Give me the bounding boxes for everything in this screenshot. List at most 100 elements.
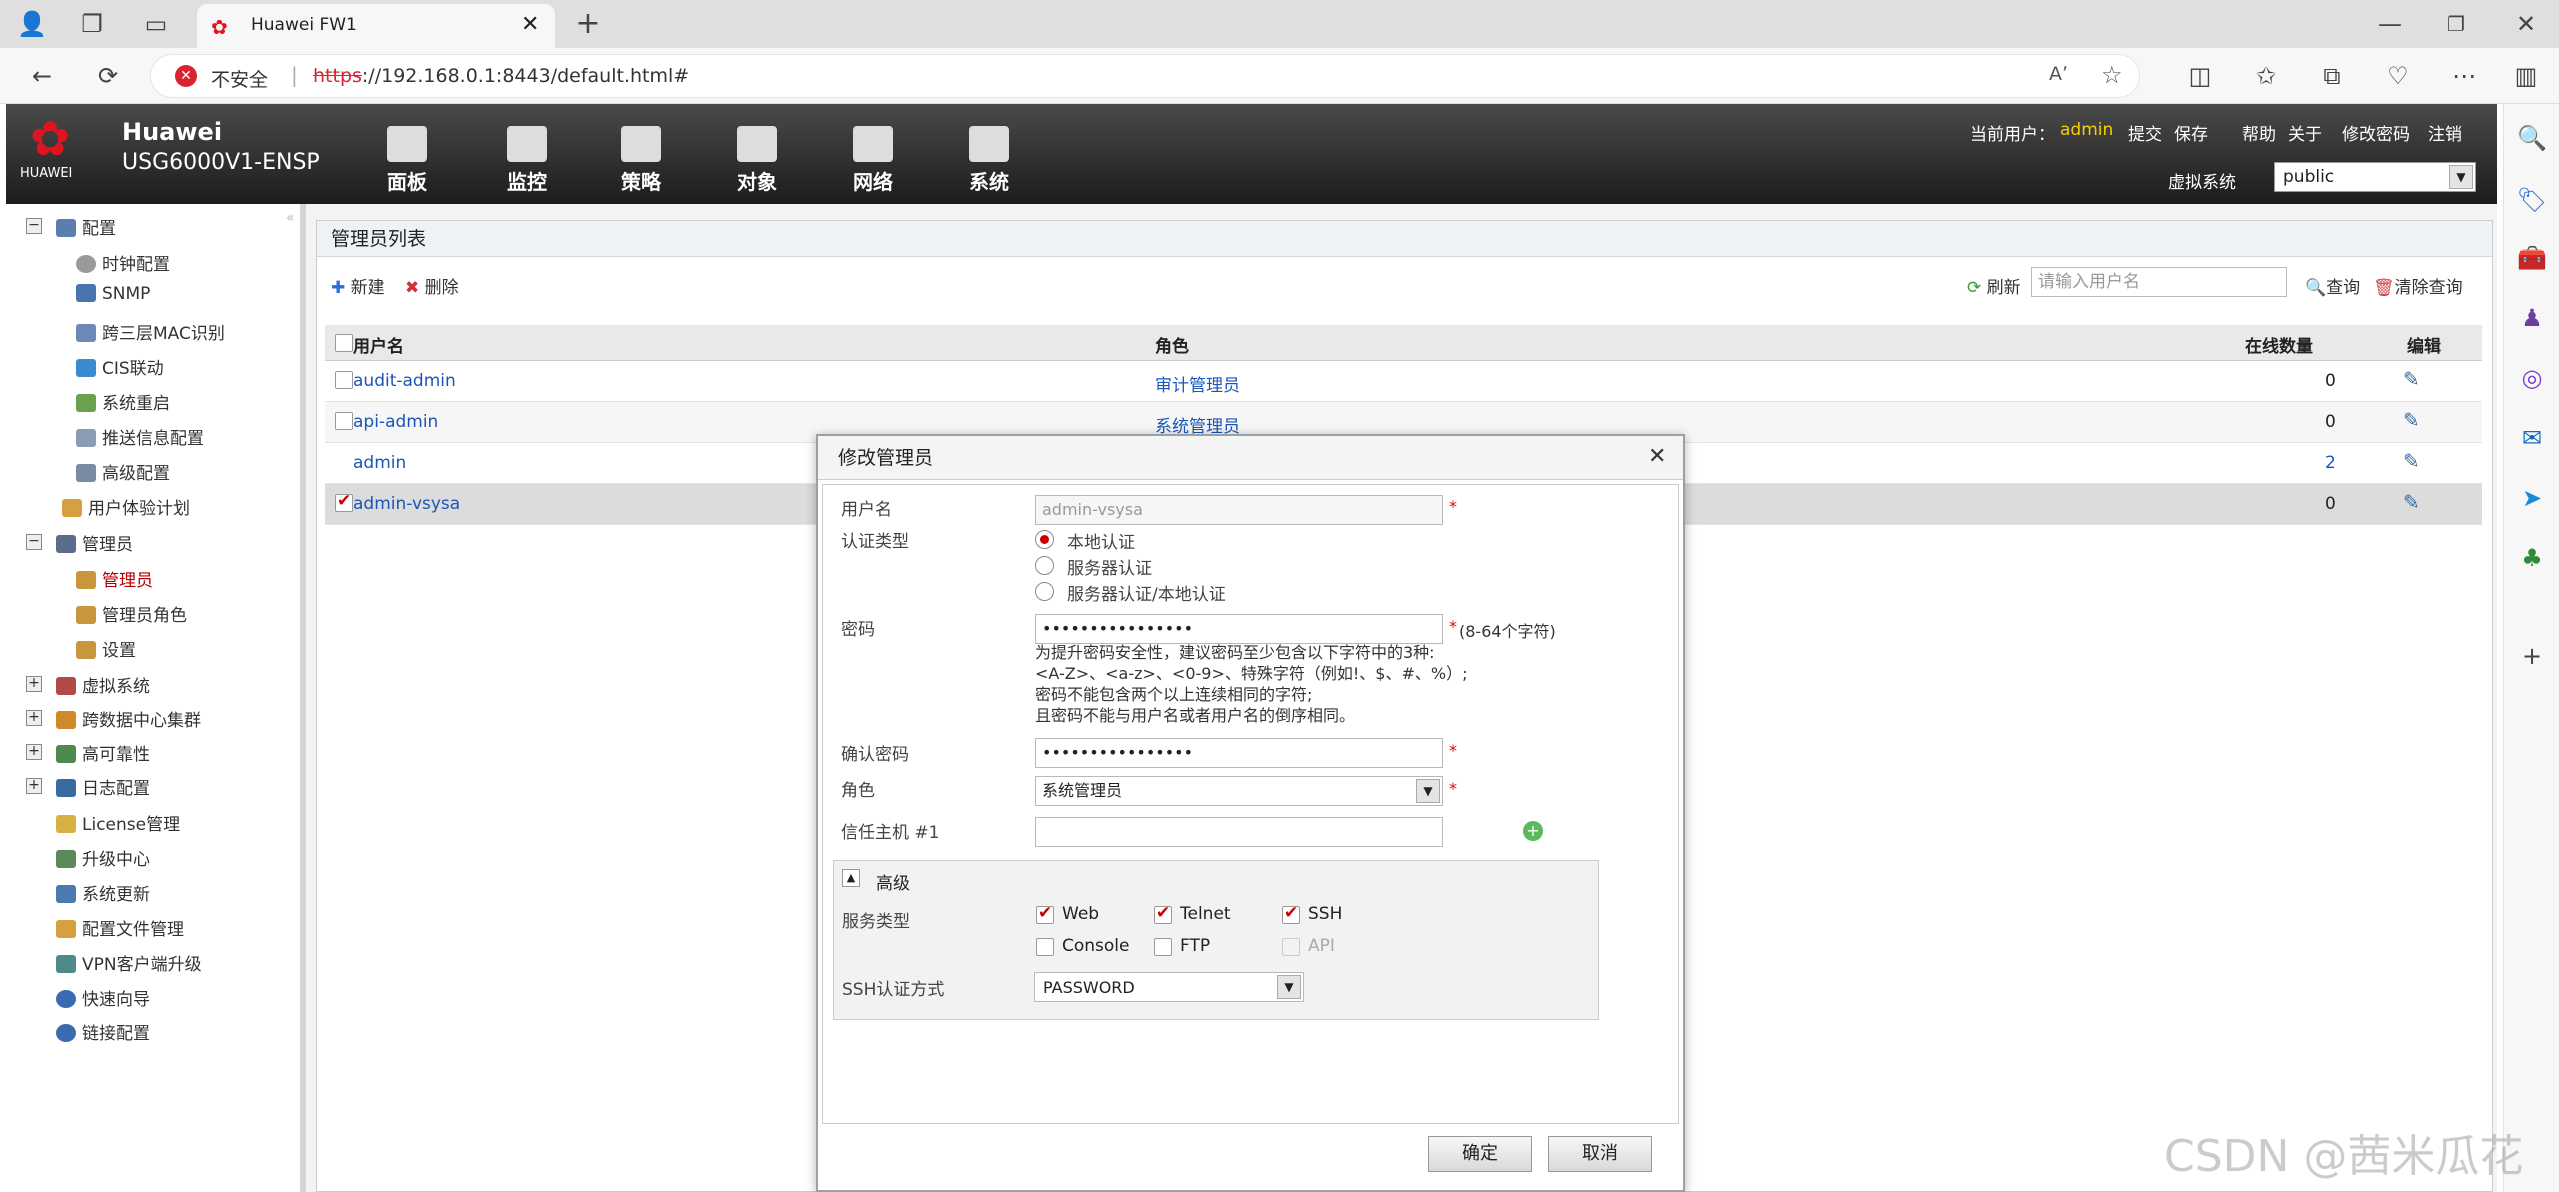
link-commit[interactable]: 提交	[2128, 120, 2162, 145]
tree-item-cis[interactable]: CIS联动	[76, 354, 164, 379]
profile-icon[interactable]: 👤	[12, 4, 52, 44]
edit-icon[interactable]: ✎	[2403, 490, 2420, 514]
nav-system[interactable]: 系统	[954, 126, 1024, 195]
row-checkbox[interactable]	[335, 491, 353, 512]
row-username[interactable]: admin	[353, 453, 406, 473]
telnet-checkbox[interactable]	[1154, 903, 1172, 924]
tab-close-icon[interactable]: ✕	[521, 12, 539, 37]
tree-item-reboot[interactable]: 系统重启	[76, 389, 170, 414]
sidebar-toggle-icon[interactable]: ▥	[2506, 56, 2546, 96]
back-icon[interactable]: ←	[22, 56, 62, 96]
favorite-star-icon[interactable]: ☆	[2101, 61, 2123, 89]
link-save[interactable]: 保存	[2174, 120, 2208, 145]
tree-item-config[interactable]: 配置	[56, 214, 116, 239]
outlook-icon[interactable]: ✉	[2514, 420, 2550, 456]
ssh-checkbox[interactable]	[1282, 903, 1300, 924]
row-online[interactable]: 2	[2325, 453, 2336, 473]
search-input[interactable]: 请输入用户名	[2031, 267, 2287, 297]
send-icon[interactable]: ➤	[2514, 480, 2550, 516]
console-checkbox[interactable]	[1036, 938, 1054, 956]
office-icon[interactable]: ◎	[2514, 360, 2550, 396]
edit-icon[interactable]: ✎	[2403, 408, 2420, 432]
games-icon[interactable]: ♟	[2514, 300, 2550, 336]
edit-icon[interactable]: ✎	[2403, 367, 2420, 391]
row-role[interactable]: 审计管理员	[1155, 371, 1240, 396]
ftp-checkbox[interactable]	[1154, 938, 1172, 956]
tree-item-vsys[interactable]: 虚拟系统	[56, 672, 150, 697]
ok-button[interactable]: 确定	[1428, 1136, 1532, 1172]
tree-item-settings[interactable]: 设置	[76, 636, 136, 661]
tree-icon[interactable]: ♣	[2514, 540, 2550, 576]
browser-essentials-icon[interactable]: ♡	[2378, 56, 2418, 96]
reload-icon[interactable]: ⟳	[88, 56, 128, 96]
expand-icon[interactable]: +	[26, 744, 42, 760]
browser-tab[interactable]: ✿ Huawei FW1 ✕	[197, 4, 555, 48]
nav-dashboard[interactable]: 面板	[372, 126, 442, 195]
tree-item-mac[interactable]: 跨三层MAC识别	[76, 319, 225, 344]
expand-icon[interactable]: +	[26, 778, 42, 794]
add-trust-host-icon[interactable]: +	[1523, 821, 1543, 841]
col-online[interactable]: 在线数量	[2245, 332, 2313, 357]
telnet-label[interactable]: Telnet	[1180, 904, 1231, 924]
ssh-label[interactable]: SSH	[1308, 904, 1342, 924]
restore-icon[interactable]: ❐	[2436, 4, 2476, 44]
query-button[interactable]: 🔍查询	[2305, 273, 2360, 298]
url-field[interactable]: ✕ 不安全 | https://192.168.0.1:8443/default…	[150, 54, 2140, 98]
cancel-button[interactable]: 取消	[1548, 1136, 1652, 1172]
new-button[interactable]: ✚ 新建	[331, 273, 385, 298]
auth-server-radio[interactable]	[1035, 556, 1054, 575]
row-checkbox[interactable]	[335, 412, 353, 430]
delete-button[interactable]: ✖ 删除	[405, 273, 459, 298]
confirm-password-field[interactable]: ••••••••••••••••	[1035, 738, 1443, 768]
tree-item-link-config[interactable]: 链接配置	[56, 1019, 150, 1044]
tree-item-upgrade[interactable]: 升级中心	[56, 845, 150, 870]
tree-item-admin-role[interactable]: 管理员角色	[76, 601, 187, 626]
auth-server-local-label[interactable]: 服务器认证/本地认证	[1067, 580, 1226, 605]
table-row[interactable]: audit-admin 审计管理员 0 ✎	[325, 361, 2482, 402]
password-field[interactable]: ••••••••••••••••	[1035, 614, 1443, 644]
advanced-label[interactable]: 高级	[876, 869, 910, 894]
link-about[interactable]: 关于	[2288, 120, 2322, 145]
expand-icon[interactable]: +	[26, 710, 42, 726]
dialog-close-icon[interactable]: ✕	[1648, 444, 1666, 469]
row-username[interactable]: audit-admin	[353, 371, 456, 391]
minimize-icon[interactable]: —	[2370, 4, 2410, 44]
collapse-icon[interactable]: −	[26, 534, 42, 550]
tree-item-admin[interactable]: 管理员	[76, 566, 153, 591]
row-username[interactable]: admin-vsysa	[353, 494, 460, 514]
tree-item-log[interactable]: 日志配置	[56, 774, 150, 799]
advanced-toggle-icon[interactable]: ▲	[842, 869, 860, 887]
link-help[interactable]: 帮助	[2242, 120, 2276, 145]
tree-item-clock[interactable]: 时钟配置	[76, 250, 170, 275]
tree-item-admin-group[interactable]: 管理员	[56, 530, 133, 555]
tree-item-vpn-client[interactable]: VPN客户端升级	[56, 950, 202, 975]
tree-item-wizard[interactable]: 快速向导	[56, 985, 150, 1010]
auth-local-label[interactable]: 本地认证	[1067, 528, 1135, 553]
nav-monitor[interactable]: 监控	[492, 126, 562, 195]
link-logout[interactable]: 注销	[2428, 120, 2462, 145]
tree-item-dc-cluster[interactable]: 跨数据中心集群	[56, 706, 201, 731]
collections-icon[interactable]: ⧉	[2312, 56, 2352, 96]
tree-item-license[interactable]: License管理	[56, 810, 180, 835]
vsys-select[interactable]: public ▼	[2274, 162, 2476, 192]
collapse-sidebar-icon[interactable]: «	[286, 210, 295, 226]
refresh-button[interactable]: ⟳ 刷新	[1967, 273, 2021, 298]
console-label[interactable]: Console	[1062, 936, 1130, 956]
nav-policy[interactable]: 策略	[606, 126, 676, 195]
search-icon[interactable]: 🔍	[2514, 120, 2550, 156]
row-username[interactable]: api-admin	[353, 412, 438, 432]
tree-item-sys-update[interactable]: 系统更新	[56, 880, 150, 905]
tree-item-push[interactable]: 推送信息配置	[76, 424, 204, 449]
web-label[interactable]: Web	[1062, 904, 1099, 924]
tree-item-ux[interactable]: 用户体验计划	[62, 494, 190, 519]
link-change-password[interactable]: 修改密码	[2342, 120, 2410, 145]
shopping-tag-icon[interactable]: 🏷	[2514, 182, 2550, 218]
ssh-auth-select[interactable]: PASSWORD ▼	[1034, 972, 1304, 1002]
edit-icon[interactable]: ✎	[2403, 449, 2420, 473]
workspaces-icon[interactable]: ❐	[72, 4, 112, 44]
collapse-icon[interactable]: −	[26, 218, 42, 234]
tab-actions-icon[interactable]: ▭	[136, 4, 176, 44]
split-screen-icon[interactable]: ◫	[2180, 56, 2220, 96]
tree-item-snmp[interactable]: SNMP	[76, 284, 150, 304]
auth-server-label[interactable]: 服务器认证	[1067, 554, 1152, 579]
